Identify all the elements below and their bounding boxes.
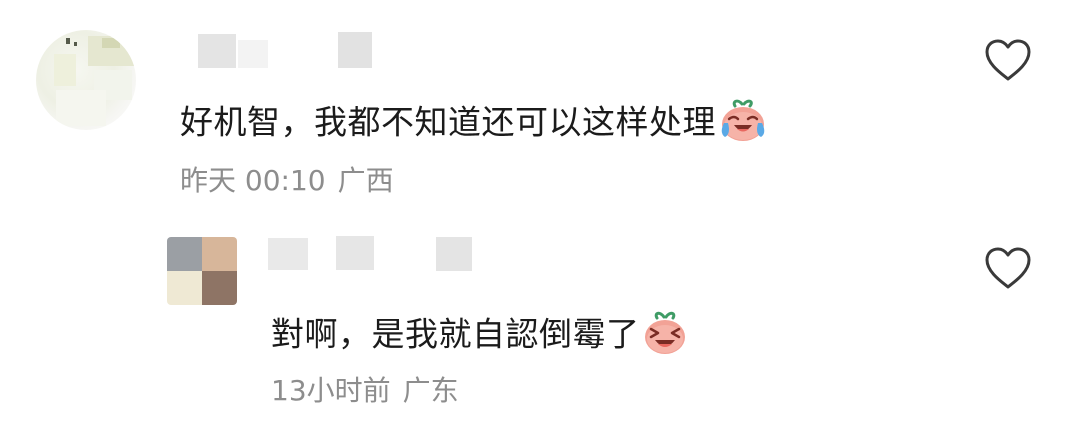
grin-emoji (644, 311, 685, 354)
comment-time: 昨天 00:10 (180, 164, 326, 197)
avatar[interactable] (167, 237, 237, 305)
reply-meta: 13小时前 广东 (271, 377, 459, 405)
cry-laugh-emoji (721, 99, 765, 141)
heart-outline-icon[interactable] (983, 37, 1033, 83)
comment-meta: 昨天 00:10 广西 (180, 167, 394, 195)
reply-text: 對啊，是我就自認倒霉了 (271, 311, 688, 361)
reply-location: 广东 (402, 374, 459, 407)
reply-time: 13小时前 (271, 374, 391, 407)
comment-location: 广西 (337, 164, 394, 197)
reply-text-label: 對啊，是我就自認倒霉了 (271, 314, 640, 354)
avatar[interactable] (36, 30, 136, 130)
comment-text-label: 好机智，我都不知道还可以这样处理 (180, 102, 716, 142)
comment-text: 好机智，我都不知道还可以这样处理 (180, 99, 768, 147)
heart-outline-icon[interactable] (983, 245, 1033, 291)
